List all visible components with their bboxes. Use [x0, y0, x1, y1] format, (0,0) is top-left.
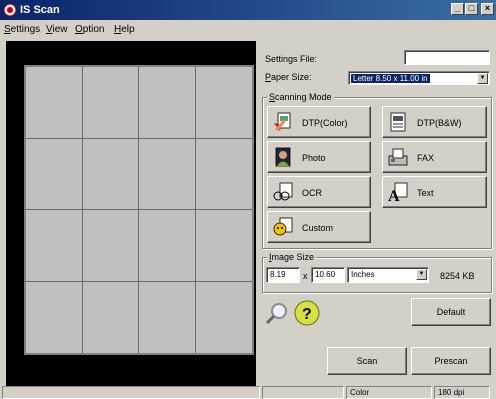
scan-label: Scan: [356, 356, 378, 366]
ocr-icon: [273, 182, 293, 201]
status-color-mode: Color: [346, 386, 432, 399]
settings-file-field[interactable]: [404, 50, 490, 65]
maximize-button[interactable]: □: [465, 3, 478, 15]
window-title: IS Scan: [20, 4, 60, 16]
photo-button[interactable]: Photo: [267, 141, 371, 173]
scan-preview-area[interactable]: [6, 41, 256, 386]
settings-file-label: Settings File:: [265, 54, 318, 64]
fax-label: FAX: [417, 153, 435, 163]
svg-text:A: A: [388, 188, 400, 203]
default-label: Default: [436, 307, 466, 317]
scanning-mode-title: Scanning Mode: [267, 92, 334, 102]
fax-icon: [388, 148, 408, 166]
dtp-color-button[interactable]: DTP(Color): [267, 106, 371, 138]
paper-size-value: Letter 8.50 x 11.00 in: [351, 74, 430, 83]
close-button[interactable]: ×: [481, 3, 494, 15]
paper-size-select[interactable]: Letter 8.50 x 11.00 in ▼: [348, 71, 490, 85]
minimize-button[interactable]: _: [451, 3, 464, 15]
scan-button[interactable]: Scan: [327, 347, 407, 375]
preview-grid: [24, 65, 254, 355]
custom-label: Custom: [302, 223, 334, 233]
image-height-input[interactable]: 10.60: [311, 267, 345, 283]
dtp-bw-icon: [390, 112, 406, 132]
image-height-value: 10.60: [315, 270, 336, 279]
dtp-color-label: DTP(Color): [302, 118, 348, 128]
prescan-button[interactable]: Prescan: [411, 347, 491, 375]
text-label: Text: [417, 188, 434, 198]
custom-button[interactable]: Custom: [267, 211, 371, 243]
main-window: IS Scan _ □ × Settings View Option Help …: [0, 0, 496, 399]
paper-size-label: Paper Size:: [265, 72, 312, 82]
status-resolution: 180 dpi: [434, 386, 490, 399]
ocr-label: OCR: [302, 188, 322, 198]
times-label: x: [303, 271, 308, 281]
scanner-app-icon: [3, 3, 17, 17]
menu-settings[interactable]: Settings: [4, 24, 40, 35]
file-size-label: 8254 KB: [440, 271, 475, 281]
chevron-down-icon[interactable]: ▼: [416, 269, 427, 280]
text-button[interactable]: A Text: [382, 176, 487, 208]
image-width-input[interactable]: 8.19: [266, 267, 300, 283]
ocr-button[interactable]: OCR: [267, 176, 371, 208]
help-icon[interactable]: ?: [293, 299, 321, 327]
unit-value: Inches: [351, 270, 375, 279]
unit-select[interactable]: Inches ▼: [347, 267, 429, 283]
image-size-group: Image Size 8.19 x 10.60 Inches ▼ 8254 KB: [262, 252, 492, 293]
menu-option[interactable]: Option: [75, 24, 104, 35]
dtp-color-icon: [274, 112, 291, 131]
image-size-title: Image Size: [267, 252, 317, 262]
menu-bar: Settings View Option Help: [0, 21, 496, 37]
photo-icon: [275, 147, 291, 167]
menu-view[interactable]: View: [46, 24, 68, 35]
status-pane-left: [2, 386, 260, 399]
custom-icon: [273, 217, 293, 236]
image-width-value: 8.19: [270, 270, 286, 279]
magnifier-icon[interactable]: [264, 301, 290, 327]
prescan-label: Prescan: [434, 356, 468, 366]
default-button[interactable]: Default: [411, 298, 491, 326]
dtp-bw-label: DTP(B&W): [417, 118, 462, 128]
menu-help[interactable]: Help: [114, 24, 135, 35]
status-pane-empty: [262, 386, 344, 399]
dtp-bw-button[interactable]: DTP(B&W): [382, 106, 487, 138]
title-bar[interactable]: IS Scan _ □ ×: [0, 0, 496, 20]
chevron-down-icon[interactable]: ▼: [477, 73, 488, 84]
text-icon: A: [388, 182, 408, 203]
photo-label: Photo: [302, 153, 326, 163]
scanning-mode-group: Scanning Mode DTP(Color) DTP(B&W) Photo …: [262, 92, 492, 249]
fax-button[interactable]: FAX: [382, 141, 487, 173]
svg-text:?: ?: [302, 306, 312, 323]
